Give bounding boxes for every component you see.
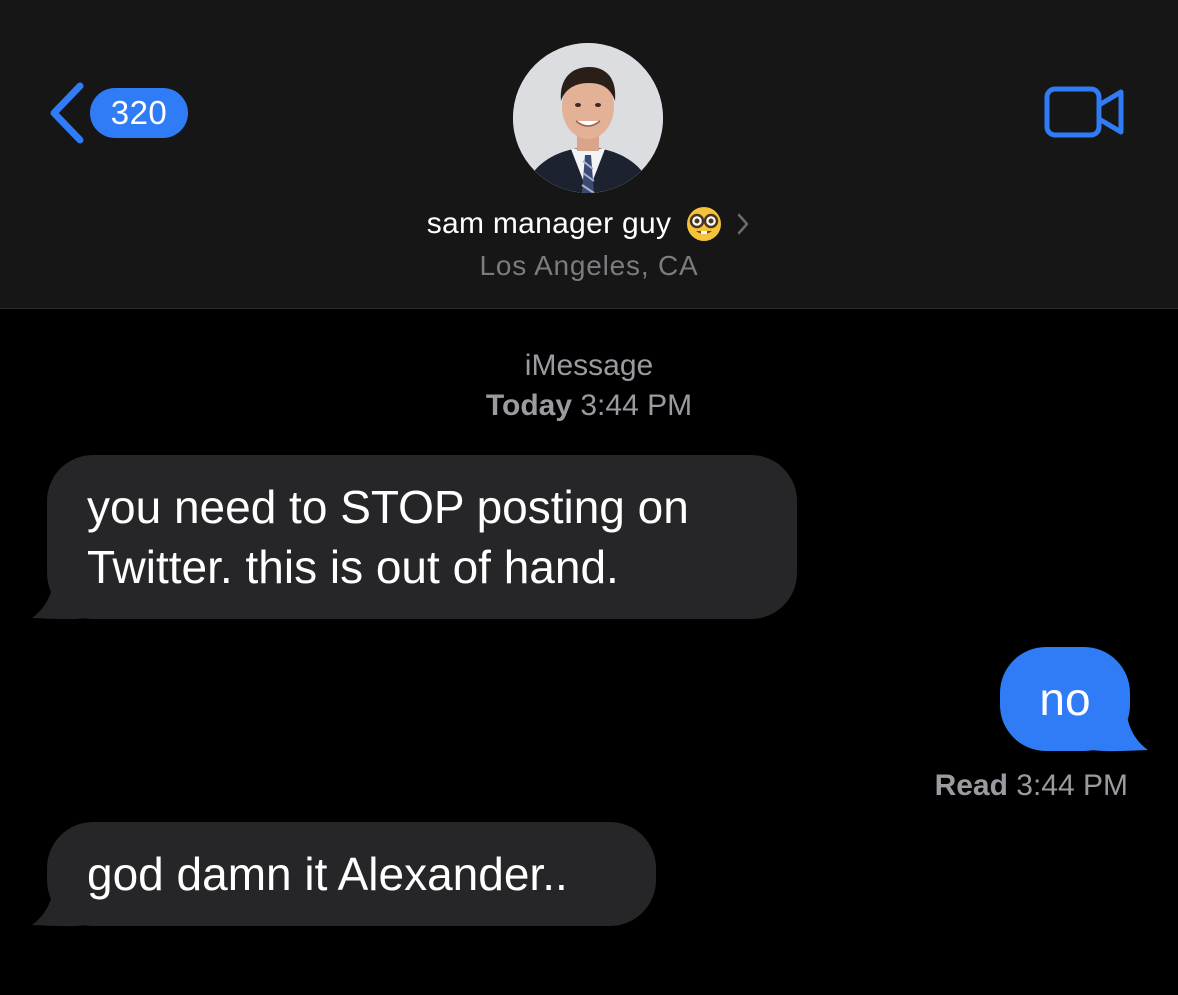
timestamp-day: Today xyxy=(485,389,573,422)
service-label: iMessage xyxy=(524,349,654,382)
video-call-button[interactable] xyxy=(1044,86,1126,138)
unread-count-badge: 320 xyxy=(90,88,188,138)
chevron-right-icon xyxy=(738,213,749,235)
chevron-left-icon xyxy=(50,82,84,144)
conversation-header: 320 sam manager guy Los Angeles, CA xyxy=(0,0,1178,309)
back-button[interactable]: 320 xyxy=(44,80,188,146)
contact-avatar[interactable] xyxy=(513,43,663,193)
contact-photo xyxy=(513,43,663,193)
contact-info-button[interactable]: sam manager guy xyxy=(0,205,1178,243)
nerd-face-icon xyxy=(687,207,722,241)
read-receipt: Read 3:44 PM xyxy=(935,769,1128,803)
message-bubble-received[interactable]: god damn it Alexander.. xyxy=(47,822,656,926)
message-bubble-sent[interactable]: no xyxy=(1000,647,1130,751)
read-receipt-time: 3:44 PM xyxy=(1016,769,1128,802)
contact-location: Los Angeles, CA xyxy=(479,250,699,281)
messages-screen: 320 sam manager guy Los Angeles, CA iMes… xyxy=(0,0,1178,995)
video-camera-icon xyxy=(1044,86,1124,138)
read-receipt-label: Read xyxy=(934,769,1008,802)
conversation-timestamp: Today 3:44 PM xyxy=(0,389,1178,423)
contact-name: sam manager guy xyxy=(426,207,672,240)
timestamp-time: 3:44 PM xyxy=(580,389,693,422)
message-bubble-received[interactable]: you need to STOP posting on Twitter. thi… xyxy=(47,455,797,619)
